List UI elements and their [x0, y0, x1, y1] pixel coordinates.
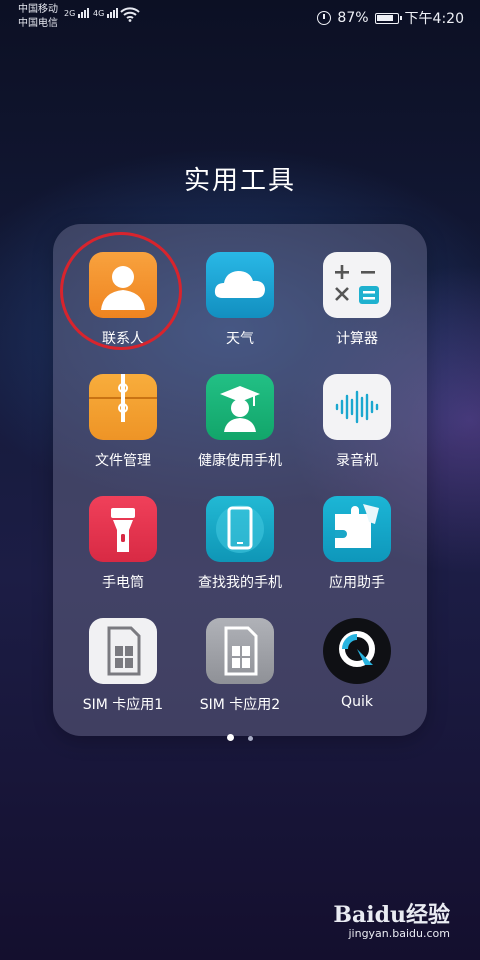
clock: 下午4:20 — [404, 11, 464, 27]
quik-logo-icon — [323, 618, 391, 684]
app-label: 应用助手 — [329, 575, 385, 591]
sim-card-icon — [89, 618, 157, 684]
app-find-my-phone[interactable]: 查找我的手机 — [181, 496, 299, 592]
battery-percent: 87% — [337, 10, 369, 26]
app-label: SIM 卡应用1 — [82, 697, 164, 713]
wifi-icon — [120, 7, 140, 22]
app-label: 天气 — [226, 331, 254, 347]
battery-icon — [374, 12, 402, 24]
carrier-labels: 中国移动 中国电信 — [18, 3, 58, 31]
app-quik[interactable]: Quik — [298, 618, 416, 710]
alarm-icon — [317, 11, 332, 25]
puzzle-icon — [323, 496, 391, 562]
baidu-watermark: Baidu经验 jingyan.baidu.com — [333, 897, 450, 940]
carrier-1: 中国移动 — [18, 4, 58, 15]
graduation-cap-icon — [206, 374, 274, 440]
app-file-manager[interactable]: 文件管理 — [64, 374, 182, 470]
app-label: 录音机 — [336, 453, 378, 469]
app-label: 手电筒 — [102, 575, 144, 591]
network-type-1: 2G — [64, 9, 76, 18]
signal-bars-icon — [106, 8, 119, 18]
sim-card-icon — [206, 618, 274, 684]
signal-bars-icon — [77, 8, 90, 18]
status-right: 87% 下午4:20 — [317, 8, 464, 28]
app-label: SIM 卡应用2 — [199, 697, 281, 713]
highlight-annotation-circle — [60, 232, 182, 350]
watermark-url: jingyan.baidu.com — [348, 927, 450, 940]
folder-title[interactable]: 实用工具 — [0, 160, 480, 197]
signal-2: 4G — [93, 8, 119, 18]
signal-1: 2G — [64, 8, 90, 18]
page-dot-active[interactable] — [227, 734, 235, 741]
app-label: 文件管理 — [95, 453, 151, 469]
battery-fill — [376, 14, 393, 21]
watermark-brand: Baidu经验 — [333, 902, 450, 928]
carrier-2: 中国电信 — [18, 18, 58, 29]
flashlight-icon — [89, 496, 157, 562]
app-recorder[interactable]: 录音机 — [298, 374, 416, 470]
app-label: Quik — [341, 694, 373, 710]
network-type-2: 4G — [93, 9, 105, 18]
page-dot-inactive[interactable] — [247, 736, 253, 741]
app-assistant[interactable]: 应用助手 — [298, 496, 416, 592]
file-manager-icon — [89, 374, 157, 440]
app-weather[interactable]: 天气 — [181, 252, 299, 348]
calculator-icon — [323, 252, 391, 318]
status-bar: 中国移动 中国电信 2G 4G 87% 下午4:20 — [0, 0, 480, 34]
app-calculator[interactable]: 计算器 — [298, 252, 416, 348]
app-label: 查找我的手机 — [198, 575, 282, 591]
app-digital-balance[interactable]: 健康使用手机 — [181, 374, 299, 470]
app-label: 健康使用手机 — [198, 453, 282, 469]
page-indicator[interactable] — [0, 726, 480, 745]
app-label: 计算器 — [336, 331, 378, 347]
app-sim-2[interactable]: SIM 卡应用2 — [181, 618, 299, 714]
sound-wave-icon — [323, 374, 391, 440]
app-sim-1[interactable]: SIM 卡应用1 — [64, 618, 182, 714]
app-flashlight[interactable]: 手电筒 — [64, 496, 182, 592]
weather-cloud-icon — [206, 252, 274, 318]
find-phone-icon — [206, 496, 274, 562]
